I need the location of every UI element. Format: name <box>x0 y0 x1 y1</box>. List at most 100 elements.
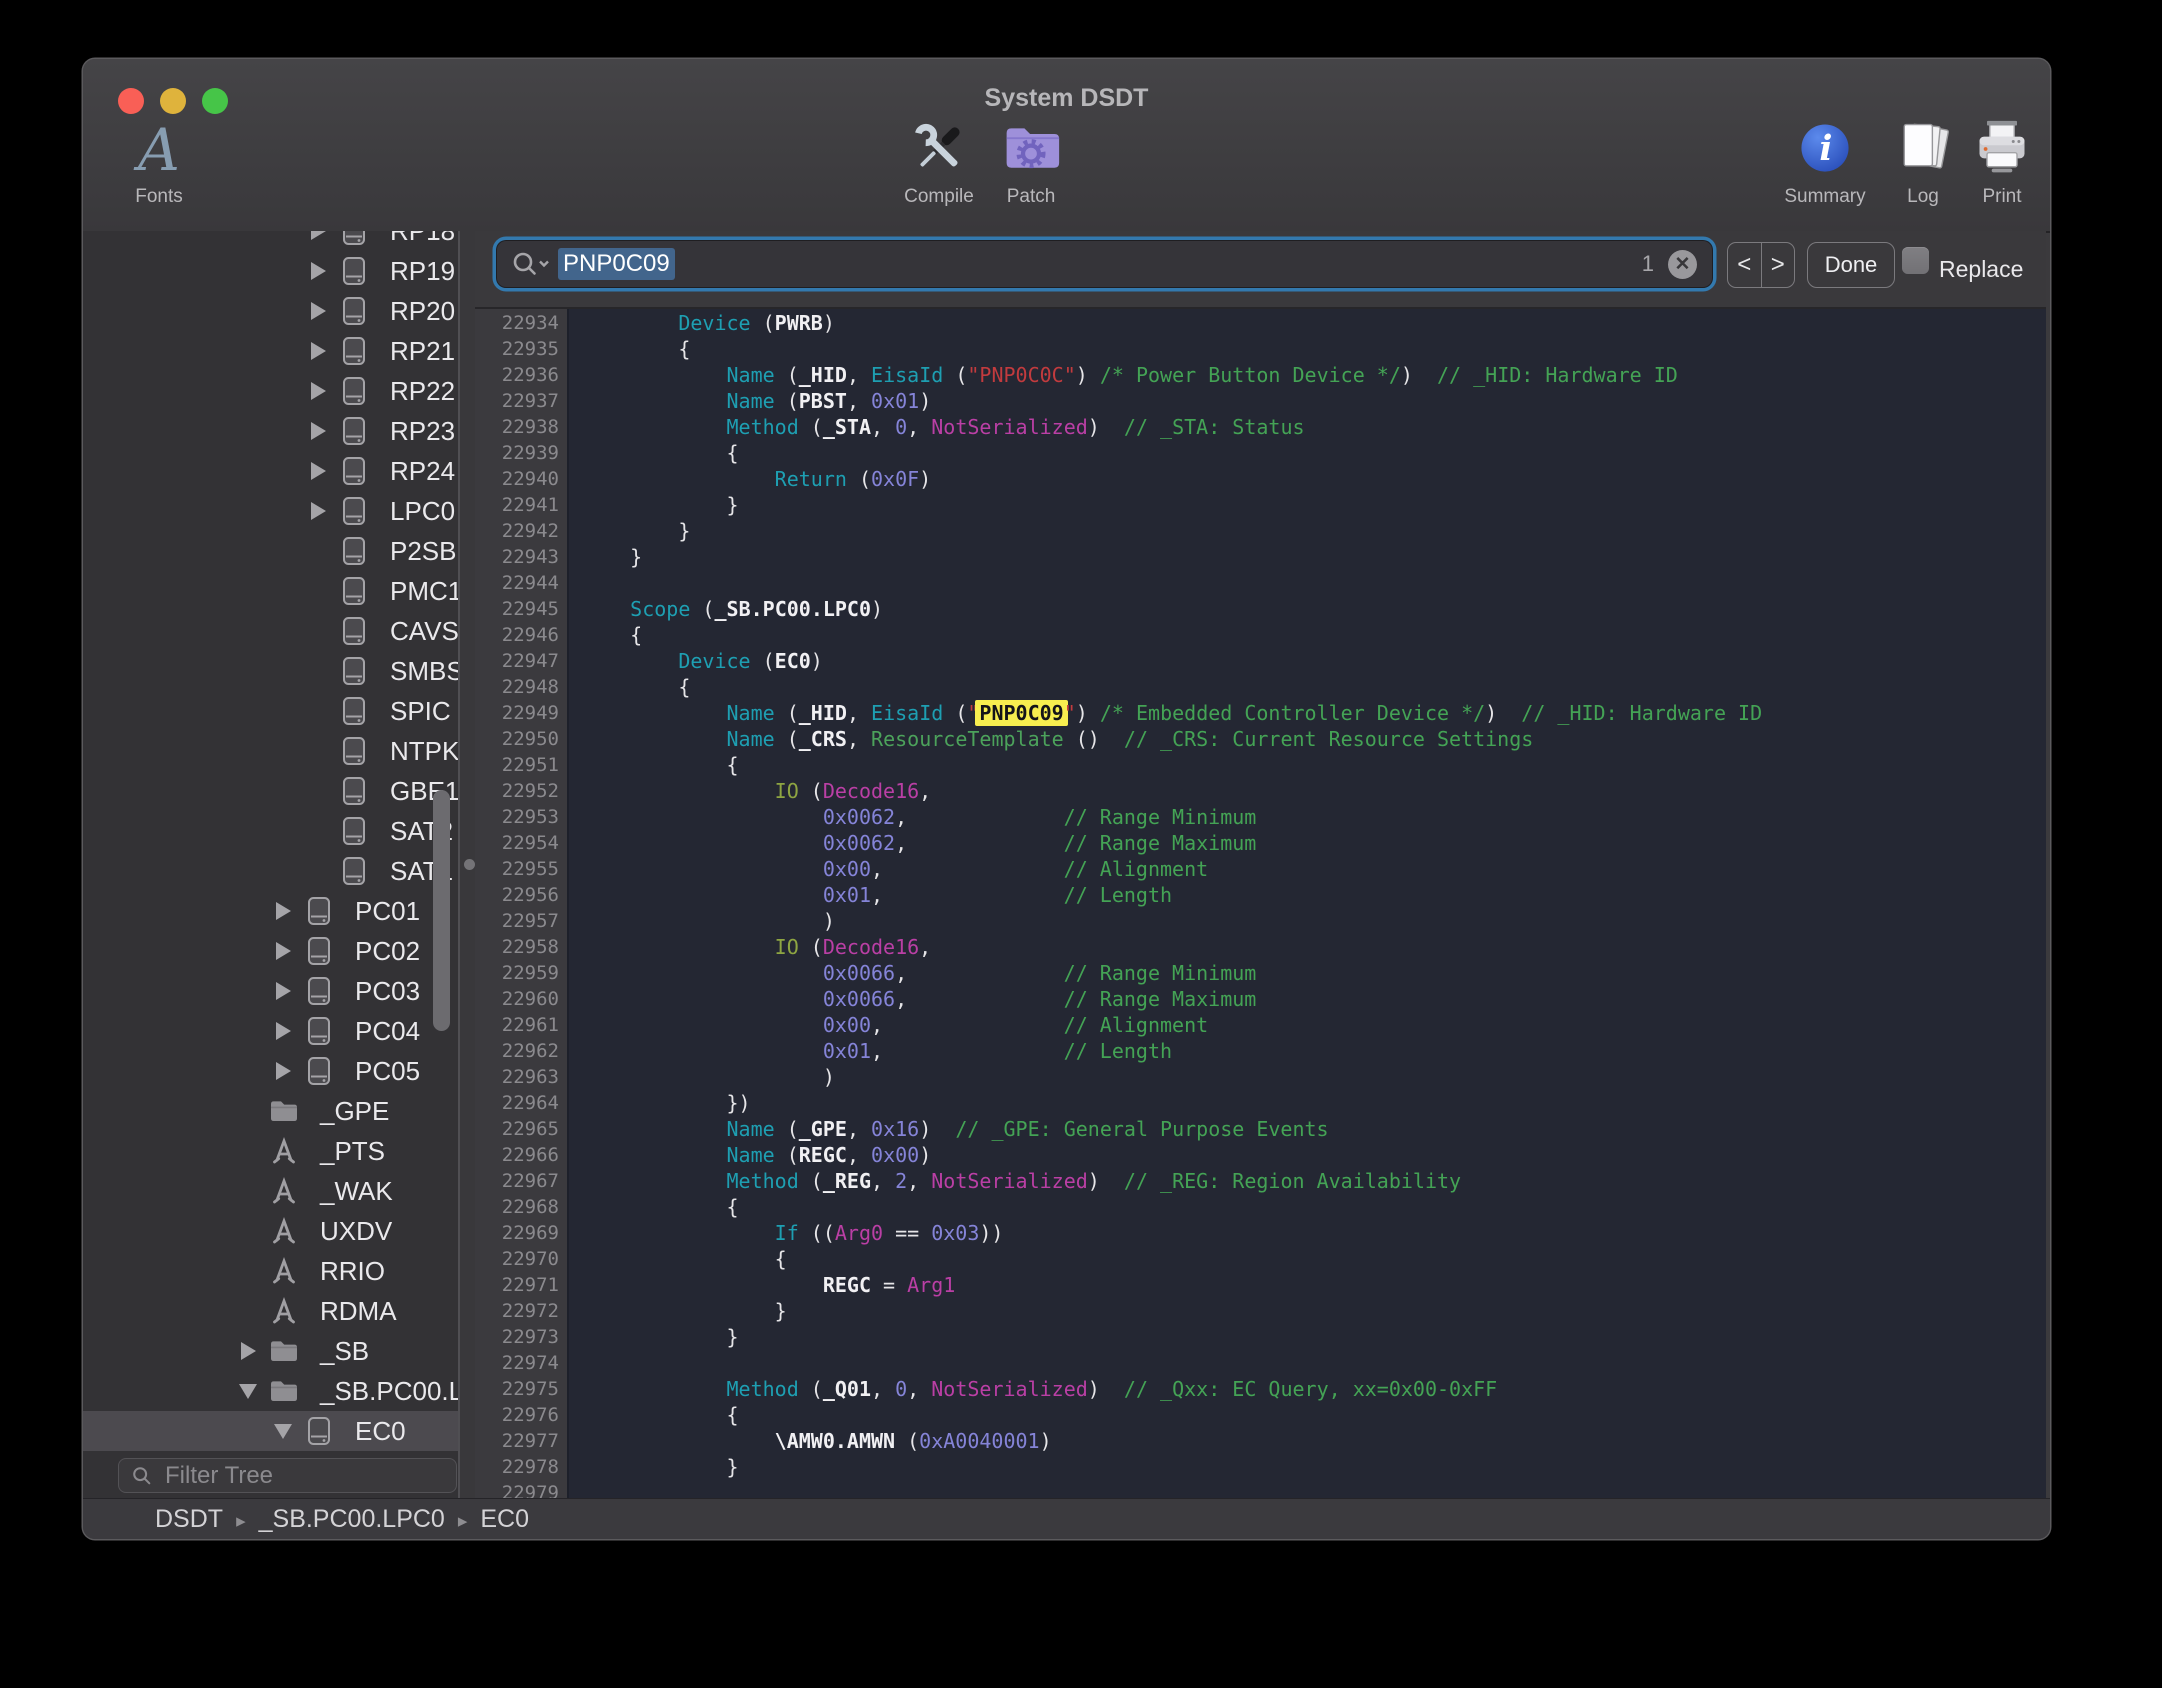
tree-item-ec0[interactable]: EC0 <box>83 1411 458 1451</box>
tree-item-smbs[interactable]: SMBS <box>83 651 458 691</box>
disclosure-spacer <box>303 571 333 611</box>
tree-item-sb-pc00-lp[interactable]: _SB.PC00.LP… <box>83 1371 458 1411</box>
tree-item-sat2[interactable]: SAT2 <box>83 811 458 851</box>
code-line: Device (EC0) <box>582 648 2046 674</box>
tree-item-label: SPIC <box>390 696 451 727</box>
sidebar-scrollbar-thumb[interactable] <box>433 790 450 1031</box>
disclosure-spacer <box>303 771 333 811</box>
tree-item-label: CAVS <box>390 616 458 647</box>
tree-item-label: UXDV <box>320 1216 392 1247</box>
search-field[interactable]: PNP0C09 1 ✕ <box>497 241 1712 287</box>
disclosure-collapsed-icon[interactable] <box>303 251 333 291</box>
tree-item-pts[interactable]: _PTS <box>83 1131 458 1171</box>
toolbar-item-fonts[interactable]: A Fonts <box>97 117 221 208</box>
disclosure-collapsed-icon[interactable] <box>268 1011 298 1051</box>
line-number: 22972 <box>475 1298 567 1324</box>
code-editor[interactable]: 2293322934229352293622937229382293922940… <box>475 309 2046 1498</box>
code-line: Scope (_SB.PC00.LPC0) <box>582 596 2046 622</box>
search-menu-icon[interactable] <box>510 250 550 278</box>
tree-item-rdma[interactable]: RDMA <box>83 1291 458 1331</box>
line-number: 22968 <box>475 1194 567 1220</box>
find-next-button[interactable]: > <box>1761 243 1795 287</box>
tree-item-rp20[interactable]: RP20 <box>83 291 458 331</box>
code-line: } <box>582 1324 2046 1350</box>
line-number: 22974 <box>475 1350 567 1376</box>
tree-item-pc01[interactable]: PC01 <box>83 891 458 931</box>
toolbar-item-print[interactable]: Print <box>1940 117 2064 208</box>
toolbar-item-label: Fonts <box>97 186 221 208</box>
tree-item-uxdv[interactable]: UXDV <box>83 1211 458 1251</box>
tree-item-lpc0[interactable]: LPC0 <box>83 491 458 531</box>
tree-item-pc04[interactable]: PC04 <box>83 1011 458 1051</box>
device-icon <box>338 815 370 847</box>
tree-item-pc03[interactable]: PC03 <box>83 971 458 1011</box>
toolbar-item-patch[interactable]: Patch <box>969 117 1093 208</box>
tree-item-rp24[interactable]: RP24 <box>83 451 458 491</box>
code-line: 0x00, // Alignment <box>582 856 2046 882</box>
tree-item-label: LPC0 <box>390 496 455 527</box>
tree-item-label: PC02 <box>355 936 420 967</box>
disclosure-collapsed-icon[interactable] <box>303 291 333 331</box>
tree-item-rp19[interactable]: RP19 <box>83 251 458 291</box>
line-number: 22945 <box>475 596 567 622</box>
code-line: { <box>582 622 2046 648</box>
disclosure-expanded-icon[interactable] <box>233 1371 263 1411</box>
disclosure-collapsed-icon[interactable] <box>268 931 298 971</box>
done-button[interactable]: Done <box>1807 242 1895 288</box>
code-line: REGC = Arg1 <box>582 1272 2046 1298</box>
disclosure-expanded-icon[interactable] <box>268 1411 298 1451</box>
code-line: { <box>582 674 2046 700</box>
find-previous-button[interactable]: < <box>1728 243 1761 287</box>
disclosure-collapsed-icon[interactable] <box>268 891 298 931</box>
disclosure-collapsed-icon[interactable] <box>268 971 298 1011</box>
tree-item-rp21[interactable]: RP21 <box>83 331 458 371</box>
code-line <box>582 570 2046 596</box>
tree-item-rp18[interactable]: RP18 <box>83 231 458 251</box>
tree-item-p2sb[interactable]: P2SB <box>83 531 458 571</box>
tree-item-label: PC05 <box>355 1056 420 1087</box>
disclosure-collapsed-icon[interactable] <box>303 231 333 251</box>
code-line: Name (_HID, EisaId ("PNP0C0C") /* Power … <box>582 362 2046 388</box>
tree-item-rrio[interactable]: RRIO <box>83 1251 458 1291</box>
tree-item-pmc1[interactable]: PMC1 <box>83 571 458 611</box>
code-line: 0x00, // Alignment <box>582 1012 2046 1038</box>
tree-item-wak[interactable]: _WAK <box>83 1171 458 1211</box>
disclosure-collapsed-icon[interactable] <box>303 451 333 491</box>
line-number: 22978 <box>475 1454 567 1480</box>
tree-item-label: _SB.PC00.LP… <box>320 1376 458 1407</box>
folder-icon <box>268 1335 300 1367</box>
tree-item-gbe1[interactable]: GBE1 <box>83 771 458 811</box>
line-number: 22948 <box>475 674 567 700</box>
disclosure-collapsed-icon[interactable] <box>303 331 333 371</box>
filter-tree-field[interactable] <box>118 1458 457 1493</box>
breadcrumb-item[interactable]: _SB.PC00.LPC0 <box>259 1505 445 1533</box>
breadcrumb-item[interactable]: EC0 <box>480 1505 529 1533</box>
tree-item-sb[interactable]: _SB <box>83 1331 458 1371</box>
tree-item-rp23[interactable]: RP23 <box>83 411 458 451</box>
clear-search-icon[interactable]: ✕ <box>1668 250 1697 279</box>
compile-icon <box>908 117 970 184</box>
tree-item-gpe[interactable]: _GPE <box>83 1091 458 1131</box>
filter-tree-input[interactable] <box>163 1461 407 1491</box>
tree-item-pc05[interactable]: PC05 <box>83 1051 458 1091</box>
tree-item-rp22[interactable]: RP22 <box>83 371 458 411</box>
disclosure-collapsed-icon[interactable] <box>303 411 333 451</box>
tree-item-pc02[interactable]: PC02 <box>83 931 458 971</box>
line-number: 22961 <box>475 1012 567 1038</box>
tree-item-cavs[interactable]: CAVS <box>83 611 458 651</box>
breadcrumb-item[interactable]: DSDT <box>155 1505 223 1533</box>
code-line: { <box>582 752 2046 778</box>
tree-item-spic[interactable]: SPIC <box>83 691 458 731</box>
replace-checkbox[interactable] <box>1902 247 1929 274</box>
disclosure-collapsed-icon[interactable] <box>303 491 333 531</box>
disclosure-collapsed-icon[interactable] <box>303 371 333 411</box>
tree-item-sat1[interactable]: SAT1 <box>83 851 458 891</box>
search-input-value[interactable]: PNP0C09 <box>558 248 675 280</box>
print-icon <box>1972 118 2032 183</box>
disclosure-collapsed-icon[interactable] <box>268 1051 298 1091</box>
summary-icon: i <box>1796 119 1854 182</box>
tree-item-ntpk[interactable]: NTPK <box>83 731 458 771</box>
device-icon <box>338 335 370 367</box>
disclosure-collapsed-icon[interactable] <box>233 1331 263 1371</box>
code-lines: { Device (PWRB) { Name (_HID, EisaId ("P… <box>582 309 2046 1498</box>
